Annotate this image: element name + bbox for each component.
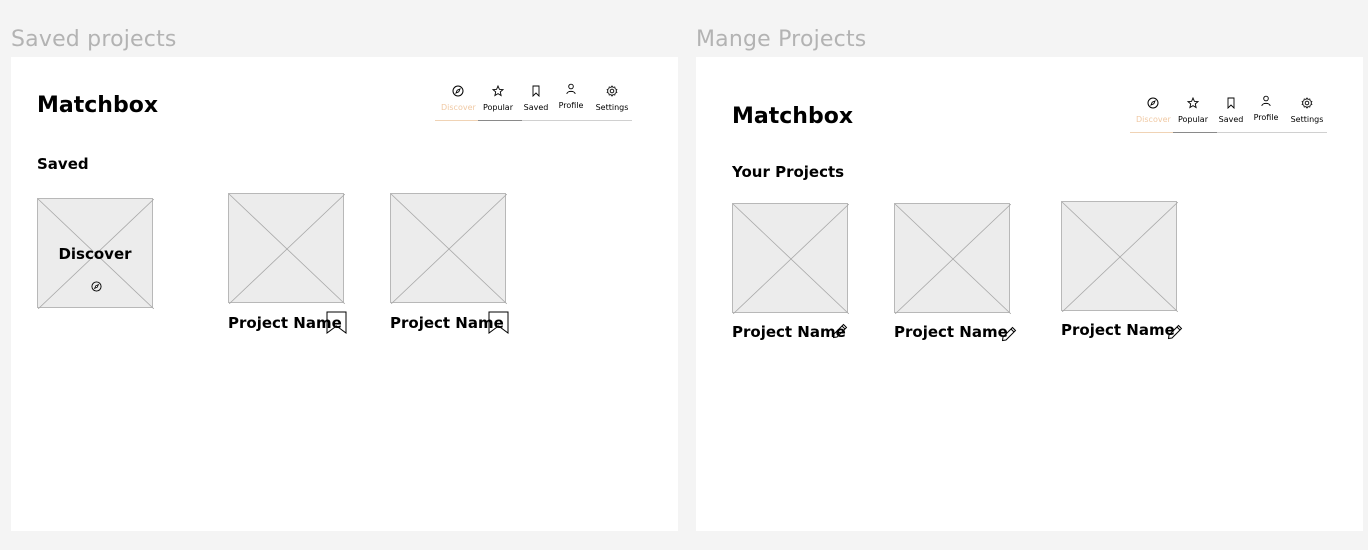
nav-label: Settings xyxy=(1290,115,1324,124)
nav-underline xyxy=(522,120,632,121)
project-thumbnail[interactable] xyxy=(228,193,345,304)
logo[interactable]: Matchbox xyxy=(37,93,158,118)
pencil-icon[interactable] xyxy=(1001,326,1017,342)
project-name[interactable]: Project Name xyxy=(894,323,1008,341)
section-title: Saved xyxy=(37,155,89,173)
nav-label: Discover xyxy=(1136,115,1171,124)
nav-item-popular[interactable]: Popular xyxy=(481,85,515,112)
nav-label: Popular xyxy=(1178,115,1208,124)
manage-projects-frame: Matchbox Discover Popular Saved Profile … xyxy=(696,57,1363,531)
logo[interactable]: Matchbox xyxy=(732,104,853,129)
nav-item-saved[interactable]: Saved xyxy=(521,85,551,112)
project-thumbnail[interactable] xyxy=(894,203,1011,314)
project-name[interactable]: Project Name xyxy=(228,314,342,332)
bookmark-icon[interactable] xyxy=(326,311,347,334)
nav-item-settings[interactable]: Settings xyxy=(592,85,632,112)
section-title: Your Projects xyxy=(732,163,845,181)
nav-bar: Discover Popular Saved Profile Settings xyxy=(435,83,632,123)
nav-underline-active xyxy=(435,120,478,121)
project-name[interactable]: Project Name xyxy=(1061,321,1175,339)
nav-bar: Discover Popular Saved Profile Settings xyxy=(1130,95,1327,135)
star-icon xyxy=(492,85,504,97)
nav-item-discover[interactable]: Discover xyxy=(1136,97,1171,124)
nav-label: Saved xyxy=(1218,115,1244,124)
project-thumbnail[interactable] xyxy=(1061,201,1178,312)
project-name[interactable]: Project Name xyxy=(390,314,504,332)
saved-projects-frame: Matchbox Discover Popular Saved Profile … xyxy=(11,57,678,531)
placeholder-image xyxy=(391,194,507,304)
star-icon xyxy=(1187,97,1199,109)
placeholder-image xyxy=(895,204,1011,314)
compass-icon xyxy=(452,85,464,97)
discover-card-label: Discover xyxy=(58,245,132,263)
compass-icon xyxy=(1147,97,1159,109)
placeholder-image xyxy=(1062,202,1178,312)
frame-title-saved-projects: Saved projects xyxy=(11,27,177,52)
project-thumbnail[interactable] xyxy=(390,193,507,304)
nav-item-discover[interactable]: Discover xyxy=(441,85,476,112)
nav-underline-active xyxy=(1130,132,1173,133)
compass-icon xyxy=(91,281,102,292)
nav-item-popular[interactable]: Popular xyxy=(1176,97,1210,124)
nav-label: Discover xyxy=(441,103,476,112)
nav-underline-hover xyxy=(478,120,522,121)
nav-item-saved[interactable]: Saved xyxy=(1216,97,1246,124)
nav-label: Popular xyxy=(483,103,513,112)
bookmark-icon xyxy=(1227,97,1235,109)
user-icon xyxy=(566,83,576,95)
placeholder-image xyxy=(229,194,345,304)
discover-card[interactable]: Discover xyxy=(37,198,154,309)
user-icon xyxy=(1261,95,1271,107)
gear-icon xyxy=(1301,97,1313,109)
nav-item-profile[interactable]: Profile xyxy=(1251,95,1281,122)
nav-label: Profile xyxy=(558,101,584,110)
pencil-icon[interactable] xyxy=(1167,324,1183,340)
project-name[interactable]: Project Name xyxy=(732,323,846,341)
nav-label: Profile xyxy=(1253,113,1279,122)
nav-label: Settings xyxy=(595,103,629,112)
nav-item-settings[interactable]: Settings xyxy=(1287,97,1327,124)
frame-title-manage-projects: Mange Projects xyxy=(696,27,867,52)
nav-label: Saved xyxy=(523,103,549,112)
placeholder-image xyxy=(733,204,849,314)
nav-underline xyxy=(1217,132,1327,133)
pencil-icon[interactable] xyxy=(832,323,848,339)
gear-icon xyxy=(606,85,618,97)
nav-item-profile[interactable]: Profile xyxy=(556,83,586,110)
bookmark-icon[interactable] xyxy=(488,311,509,334)
bookmark-icon xyxy=(532,85,540,97)
project-thumbnail[interactable] xyxy=(732,203,849,314)
nav-underline-hover xyxy=(1173,132,1217,133)
